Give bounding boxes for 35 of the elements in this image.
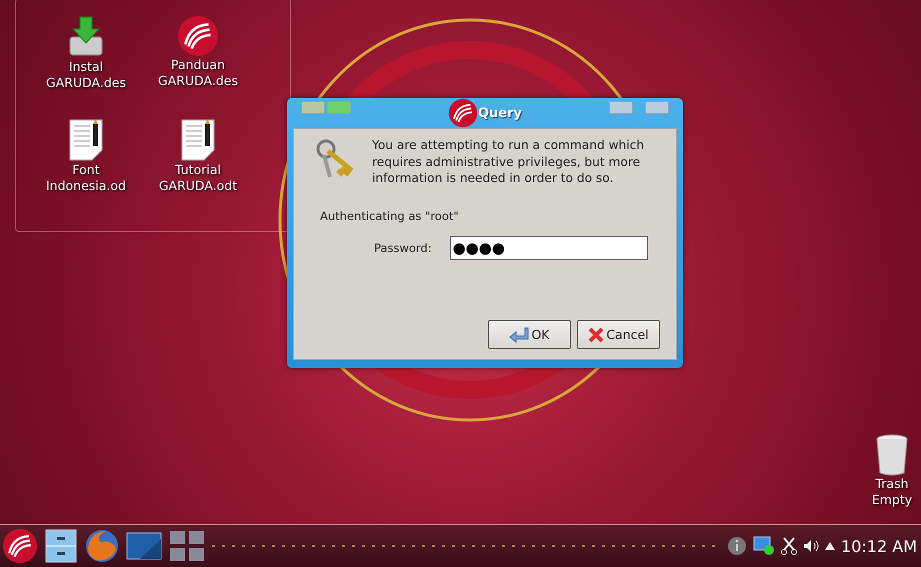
desktop-screen-icon[interactable]	[126, 531, 162, 561]
icon-label: GARUDA.odt	[158, 178, 238, 194]
info-icon[interactable]	[727, 536, 748, 556]
logo-icon	[2, 528, 38, 564]
password-label: Password:	[374, 240, 432, 254]
network-monitor-icon[interactable]	[753, 536, 776, 556]
trash-bin-icon[interactable]	[875, 434, 909, 476]
logo-icon	[448, 98, 478, 128]
clock[interactable]: 10:12 AM	[841, 536, 917, 556]
logo-icon	[177, 15, 219, 57]
scissors-icon[interactable]	[781, 537, 798, 555]
icon-label: Trash	[875, 476, 909, 492]
icon-label: Font	[72, 162, 100, 178]
window-grid-icon[interactable]	[168, 529, 206, 563]
auth-text: Authenticating as "root"	[320, 208, 460, 222]
document-icon[interactable]	[68, 118, 104, 162]
message-text: You are attempting to run a command which requires administrative privileges, but more information is needed in order to do so.	[372, 137, 646, 186]
x-icon	[588, 326, 604, 342]
password-field[interactable]: ●●●●	[450, 236, 648, 260]
browser-globe-icon[interactable]	[84, 528, 120, 564]
document-icon[interactable]	[180, 118, 216, 162]
icon-label: Empty	[872, 492, 912, 508]
icon-label: GARUDA.des	[46, 75, 126, 91]
window-title: Query	[478, 106, 522, 120]
ok-button[interactable]: OK	[488, 320, 571, 349]
speaker-icon[interactable]	[803, 539, 820, 553]
icon-label: GARUDA.des	[158, 73, 238, 89]
icon-label: Tutorial	[175, 162, 221, 178]
icon-label: Panduan	[171, 57, 225, 73]
enter-arrow-icon	[509, 326, 530, 342]
icon-label: Instal	[68, 59, 104, 75]
cancel-button[interactable]: Cancel	[577, 320, 660, 349]
icon-label: Indonesia.od	[46, 178, 126, 194]
file-cabinet-icon[interactable]	[44, 528, 78, 564]
up-triangle-icon[interactable]	[825, 542, 836, 550]
